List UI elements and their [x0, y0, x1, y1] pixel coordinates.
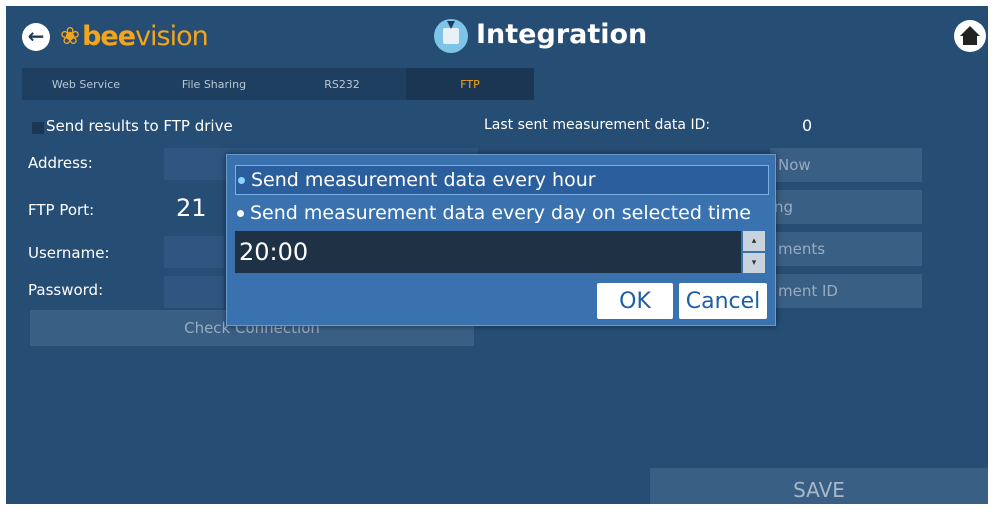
- beevision-logo: ❀ bee vision: [60, 18, 209, 54]
- last-sent-value: 0: [802, 116, 813, 135]
- ftp-port-label: FTP Port:: [28, 201, 95, 219]
- ftp-port-input[interactable]: 21: [176, 194, 207, 222]
- spin-up-icon[interactable]: ▴: [743, 231, 765, 251]
- app-screen: ← ❀ bee vision Integration Web Service Fi…: [6, 6, 988, 504]
- password-input[interactable]: [164, 276, 224, 308]
- home-button[interactable]: [954, 20, 986, 52]
- send-results-checkbox[interactable]: [32, 122, 44, 134]
- integration-icon: [434, 19, 468, 53]
- logo-text-bee: bee: [82, 20, 136, 52]
- bee-logo-icon: ❀: [60, 22, 81, 50]
- radio-icon: [237, 209, 244, 217]
- tab-web-service[interactable]: Web Service: [22, 68, 150, 100]
- tab-rs232[interactable]: RS232: [278, 68, 406, 100]
- username-label: Username:: [28, 244, 110, 262]
- send-results-label: Send results to FTP drive: [46, 117, 233, 135]
- option-every-day[interactable]: Send measurement data every day on selec…: [235, 199, 767, 227]
- schedule-dialog: Send measurement data every hour Send me…: [226, 154, 776, 326]
- arrow-left-icon: ←: [27, 24, 45, 48]
- logo-text-vision: vision: [135, 20, 209, 52]
- cancel-button[interactable]: Cancel: [679, 283, 767, 319]
- reset-measurement-id-button[interactable]: ment ID: [770, 274, 922, 308]
- tab-bar: Web Service File Sharing RS232 FTP: [22, 68, 534, 100]
- time-spinner[interactable]: ▴ ▾: [743, 231, 765, 273]
- scheduling-button[interactable]: ng: [770, 190, 922, 224]
- spin-down-icon[interactable]: ▾: [743, 253, 765, 273]
- password-label: Password:: [28, 281, 104, 299]
- send-now-button[interactable]: Now: [770, 148, 922, 182]
- time-input[interactable]: 20:00: [235, 231, 741, 273]
- back-button[interactable]: ←: [22, 23, 50, 51]
- page-title: Integration: [476, 19, 648, 50]
- tab-file-sharing[interactable]: File Sharing: [150, 68, 278, 100]
- option-every-hour[interactable]: Send measurement data every hour: [235, 165, 769, 195]
- username-input[interactable]: [164, 236, 224, 268]
- option-every-hour-label: Send measurement data every hour: [251, 169, 596, 191]
- option-every-day-label: Send measurement data every day on selec…: [250, 202, 751, 224]
- measurements-button[interactable]: ments: [770, 232, 922, 266]
- address-label: Address:: [28, 154, 93, 172]
- tab-ftp[interactable]: FTP: [406, 68, 534, 100]
- radio-selected-icon: [238, 176, 245, 184]
- top-bar: ← ❀ bee vision Integration: [6, 6, 988, 66]
- last-sent-label: Last sent measurement data ID:: [484, 117, 711, 133]
- ok-button[interactable]: OK: [597, 283, 673, 319]
- save-button[interactable]: SAVE: [650, 468, 988, 504]
